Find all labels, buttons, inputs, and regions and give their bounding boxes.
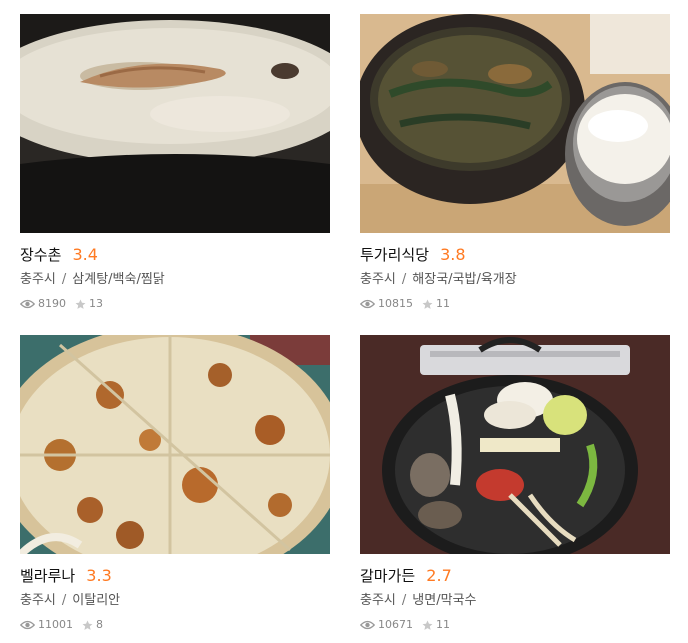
favorite-count: 11: [436, 618, 450, 631]
porridge-photo[interactable]: [20, 14, 330, 233]
card-title-line: 장수촌 3.4: [20, 245, 330, 265]
view-count: 11001: [38, 618, 73, 631]
meta-separator: /: [401, 593, 407, 608]
card-title-line: 갈마가든 2.7: [360, 566, 670, 586]
city-label: 충주시: [20, 593, 56, 608]
meta-separator: /: [61, 593, 67, 608]
eye-icon: [20, 620, 35, 630]
restaurant-card[interactable]: 벨라루나 3.3 충주시 / 이탈리안 11001 8: [20, 335, 330, 632]
restaurant-stats: 10671 11: [360, 618, 670, 632]
category-label: 냉면/막국수: [412, 593, 477, 608]
view-count: 10671: [378, 618, 413, 631]
restaurant-stats: 8190 13: [20, 297, 330, 311]
card-title-line: 투가리식당 3.8: [360, 245, 670, 265]
city-label: 충주시: [360, 272, 396, 287]
view-count: 10815: [378, 297, 413, 310]
restaurant-name[interactable]: 벨라루나: [20, 567, 75, 585]
restaurant-stats: 11001 8: [20, 618, 330, 632]
restaurant-name[interactable]: 갈마가든: [360, 567, 415, 585]
favorite-count: 13: [89, 297, 103, 310]
restaurant-name[interactable]: 장수촌: [20, 246, 61, 264]
restaurant-card[interactable]: 갈마가든 2.7 충주시 / 냉면/막국수 10671 11: [360, 335, 670, 632]
rating-score: 2.7: [426, 566, 452, 585]
eye-icon: [360, 299, 375, 309]
star-icon: [82, 620, 93, 630]
restaurant-name[interactable]: 투가리식당: [360, 246, 429, 264]
meta-separator: /: [61, 272, 67, 287]
restaurant-stats: 10815 11: [360, 297, 670, 311]
restaurant-card[interactable]: 장수촌 3.4 충주시 / 삼계탕/백숙/찜닭 8190 13: [20, 14, 330, 311]
restaurant-card[interactable]: 투가리식당 3.8 충주시 / 해장국/국밥/육개장 10815 11: [360, 14, 670, 311]
favorite-count: 11: [436, 297, 450, 310]
rating-score: 3.4: [72, 245, 98, 264]
restaurant-meta: 충주시 / 삼계탕/백숙/찜닭: [20, 271, 330, 289]
pizza-photo[interactable]: [20, 335, 330, 554]
city-label: 충주시: [360, 593, 396, 608]
eye-icon: [20, 299, 35, 309]
restaurant-meta: 충주시 / 해장국/국밥/육개장: [360, 271, 670, 289]
star-icon: [75, 299, 86, 309]
restaurant-grid: 장수촌 3.4 충주시 / 삼계탕/백숙/찜닭 8190 13 투가리식당 3.…: [0, 0, 688, 643]
restaurant-meta: 충주시 / 냉면/막국수: [360, 592, 670, 610]
city-label: 충주시: [20, 272, 56, 287]
eye-icon: [360, 620, 375, 630]
restaurant-meta: 충주시 / 이탈리안: [20, 592, 330, 610]
meta-separator: /: [401, 272, 407, 287]
category-label: 이탈리안: [72, 593, 121, 608]
star-icon: [422, 299, 433, 309]
category-label: 삼계탕/백숙/찜닭: [72, 272, 165, 287]
favorite-count: 8: [96, 618, 103, 631]
rating-score: 3.8: [440, 245, 466, 264]
hotpot-photo[interactable]: [360, 335, 670, 554]
star-icon: [422, 620, 433, 630]
view-count: 8190: [38, 297, 66, 310]
category-label: 해장국/국밥/육개장: [412, 272, 517, 287]
rating-score: 3.3: [86, 566, 112, 585]
card-title-line: 벨라루나 3.3: [20, 566, 330, 586]
stew-photo[interactable]: [360, 14, 670, 233]
